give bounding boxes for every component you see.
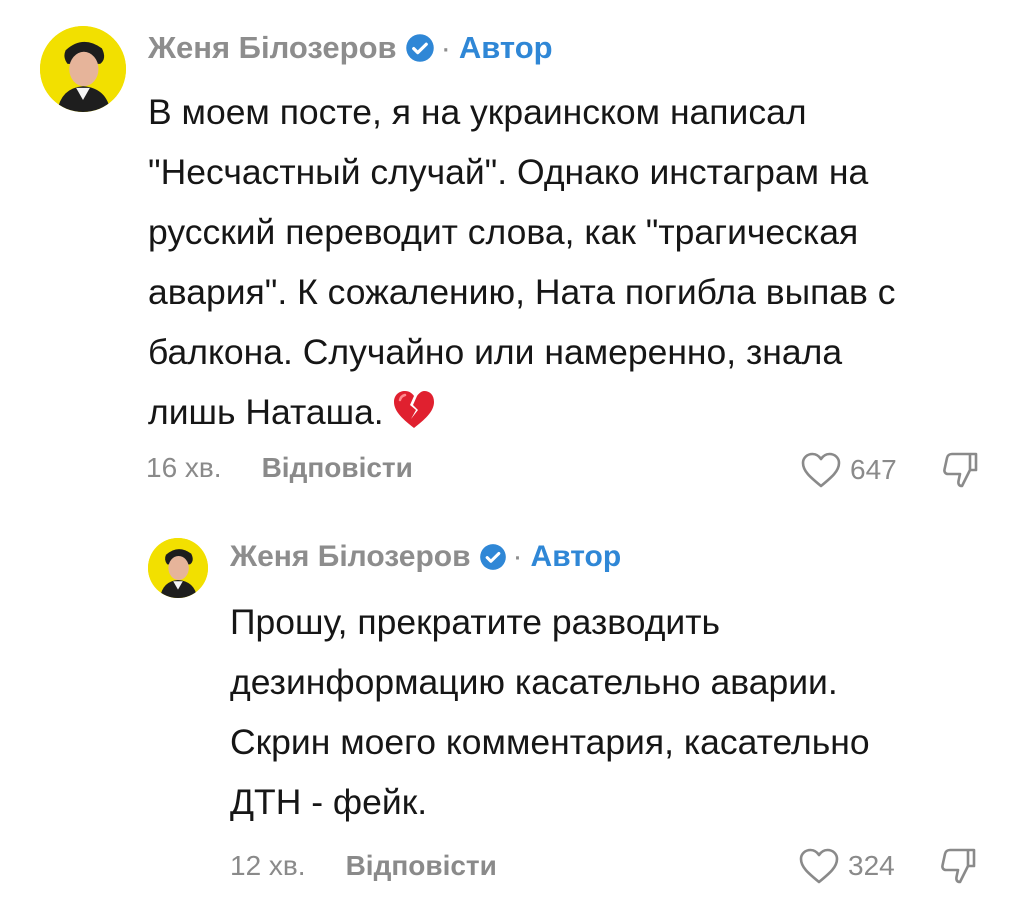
reply-button[interactable]: Відповісти — [262, 452, 413, 484]
comment-text-line: балкона. Случайно или намеренно, знала — [148, 332, 843, 372]
comment-header: Женя Білозеров · Автор — [148, 30, 553, 66]
comment-text-line: "Несчастный случай". Однако инстаграм на — [148, 152, 869, 192]
verified-badge-icon — [405, 33, 435, 63]
author-role-label: Автор — [530, 540, 622, 573]
comment-meta: 16 хв. Відповісти — [146, 452, 413, 484]
heart-outline-icon — [801, 452, 841, 488]
dislike-button[interactable] — [938, 846, 978, 886]
comment-text-line: дезинформацию касательно аварии. — [230, 662, 838, 702]
heart-outline-icon — [799, 848, 839, 884]
like-count: 324 — [848, 850, 895, 881]
author-role-label: Автор — [458, 30, 553, 65]
comment-text-line-last: лишь Наташа. — [148, 382, 1008, 448]
dislike-button[interactable] — [940, 450, 980, 490]
avatar[interactable] — [40, 26, 126, 112]
comment-actions: 647 — [800, 450, 980, 490]
comment-text-line: В моем посте, я на украинском написал — [148, 92, 807, 132]
reply-button[interactable]: Відповісти — [346, 850, 497, 882]
author-name[interactable]: Женя Білозеров — [230, 540, 471, 574]
thumbs-down-outline-icon — [941, 848, 976, 884]
comment-meta: 12 хв. Відповісти — [230, 850, 497, 882]
comment-time: 12 хв. — [230, 850, 306, 881]
like-count: 647 — [850, 454, 897, 485]
separator-dot: · — [440, 30, 451, 65]
broken-heart-emoji — [392, 388, 436, 448]
separator-dot: · — [512, 540, 523, 573]
thumbs-down-outline-icon — [943, 452, 978, 488]
comment-text-line: лишь Наташа. — [148, 392, 384, 432]
author-name[interactable]: Женя Білозеров — [148, 30, 397, 66]
comment-header: Женя Білозеров · Автор — [230, 540, 621, 574]
comment-actions: 324 — [798, 846, 978, 886]
comment-text: Прошу, прекратите разводить дезинформаци… — [230, 592, 990, 832]
like-button[interactable]: 324 — [798, 847, 910, 885]
comment-text-line: русский переводит слова, как "трагическа… — [148, 212, 859, 252]
comment-text-line: Прошу, прекратите разводить — [230, 602, 720, 642]
comment-text-line: авария". К сожалению, Ната погибла выпав… — [148, 272, 896, 312]
comment-text: В моем посте, я на украинском написал "Н… — [148, 82, 1008, 448]
avatar[interactable] — [148, 538, 208, 598]
comment-time: 16 хв. — [146, 452, 222, 483]
comment-text-line: ДТН - фейк. — [230, 782, 428, 822]
like-button[interactable]: 647 — [800, 451, 912, 489]
verified-badge-icon — [479, 543, 507, 571]
comment-text-line: Скрин моего комментария, касательно — [230, 722, 870, 762]
